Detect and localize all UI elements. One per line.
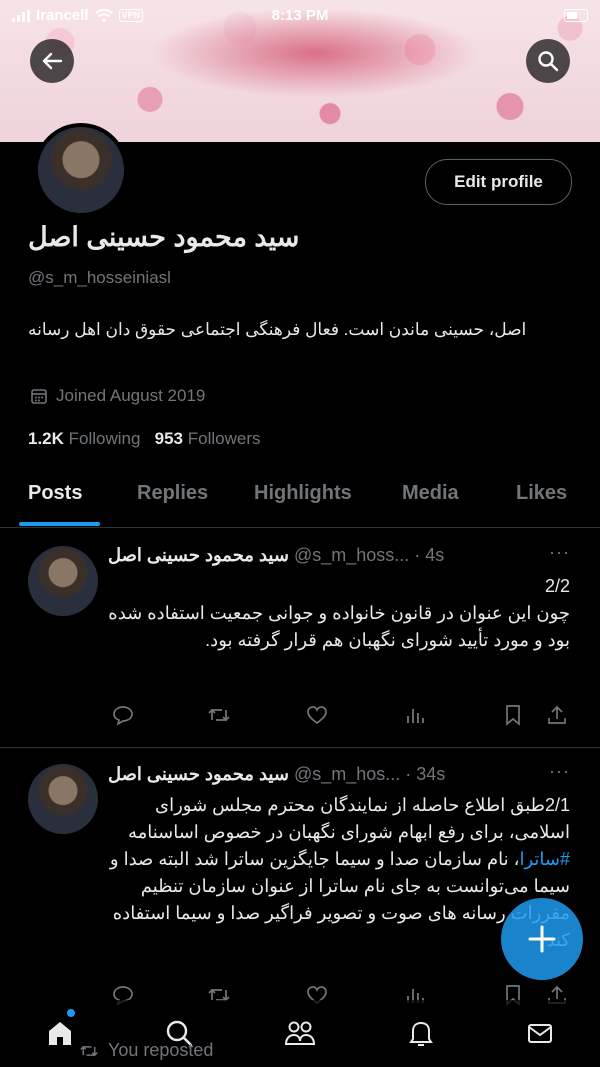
active-tab-indicator [19, 522, 100, 526]
tweet-author-handle: @s_m_hoss... [293, 545, 410, 565]
hashtag-link[interactable]: #ساترا [519, 849, 570, 869]
repost-icon [80, 1045, 98, 1056]
status-time: 8:13 PM [271, 7, 329, 24]
tweet-actions [108, 702, 570, 728]
tweet-time: · 4s [414, 545, 445, 565]
tweet-text: چون این عنوان در قانون خانواده و جوانی ج… [108, 603, 570, 650]
followers-count: 953 [154, 429, 184, 448]
battery-icon [564, 9, 588, 22]
notification-dot [67, 1009, 75, 1017]
tweet[interactable]: سید محمود حسینی اصل @s_m_hoss... · 4s ··… [0, 528, 600, 748]
tweet-avatar[interactable] [28, 546, 98, 616]
tab-posts[interactable]: Posts [28, 482, 82, 505]
tweet-header: سید محمود حسینی اصل @s_m_hos... · 34s [108, 764, 578, 785]
reply-icon [113, 706, 133, 726]
nav-notifications[interactable] [404, 1016, 438, 1050]
like-button[interactable] [304, 702, 330, 728]
search-button[interactable] [526, 39, 570, 83]
reposted-indicator: You reposted [78, 1040, 213, 1061]
nav-home[interactable] [43, 1016, 77, 1050]
views-button[interactable] [402, 702, 428, 728]
tab-likes[interactable]: Likes [516, 482, 567, 505]
following-link[interactable]: 1.2K Following [28, 429, 140, 448]
tweet-author-name: سید محمود حسینی اصل [108, 764, 289, 784]
home-icon [49, 1022, 71, 1045]
tweet-avatar[interactable] [28, 764, 98, 834]
back-arrow-icon [42, 52, 63, 70]
nav-communities[interactable] [283, 1016, 317, 1050]
tweet-thread-marker: 2/2 [544, 576, 570, 596]
repost-icon [208, 708, 230, 722]
reposted-label: You reposted [108, 1040, 214, 1060]
notifications-icon [409, 1021, 433, 1046]
bookmark-icon [506, 705, 520, 726]
share-button[interactable] [544, 702, 570, 728]
nav-messages[interactable] [523, 1016, 557, 1050]
tab-replies[interactable]: Replies [137, 482, 208, 505]
follow-counts: 1.2K Following 953 Followers [28, 429, 261, 449]
followers-link[interactable]: 953 Followers [155, 429, 261, 448]
heart-icon [307, 706, 327, 725]
tweet[interactable]: سید محمود حسینی اصل @s_m_hos... · 34s ··… [0, 747, 600, 1007]
tweet-author-name: سید محمود حسینی اصل [108, 545, 289, 565]
communities-icon [284, 1021, 316, 1045]
following-label: Following [68, 429, 141, 448]
more-options-icon[interactable]: ··· [549, 761, 570, 782]
compose-button[interactable] [501, 898, 583, 980]
repost-button[interactable] [206, 702, 232, 728]
tweet-text: 2/1طبق اطلاع حاصله از نمایندگان محترم مج… [108, 792, 570, 954]
edit-profile-button[interactable]: Edit profile [425, 159, 572, 205]
tab-highlights[interactable]: Highlights [254, 482, 352, 505]
profile-avatar[interactable] [34, 123, 128, 217]
tweet-author-handle: @s_m_hos... [293, 764, 401, 784]
plus-icon [528, 925, 556, 953]
joined-label: Joined August 2019 [56, 386, 206, 405]
reply-button[interactable] [110, 702, 136, 728]
calendar-icon [31, 389, 47, 404]
share-icon [548, 705, 566, 724]
joined-date: Joined August 2019 [30, 386, 205, 406]
more-options-icon[interactable]: ··· [549, 542, 570, 563]
profile-tabs: Posts Replies Highlights Media Likes [0, 474, 600, 528]
messages-icon [528, 1024, 552, 1043]
profile-name: سید محمود حسینی اصل [28, 222, 300, 252]
tweet-header: سید محمود حسینی اصل @s_m_hoss... · 4s [108, 545, 578, 566]
tweet-text-part: 2/1طبق اطلاع حاصله از نمایندگان محترم مج… [127, 795, 570, 842]
profile-handle: @s_m_hosseiniasl [28, 268, 171, 287]
following-count: 1.2K [28, 429, 64, 448]
tab-media[interactable]: Media [402, 482, 459, 505]
followers-label: Followers [187, 429, 261, 448]
profile-bio: اصل، حسینی ماندن است. فعال فرهنگی اجتماع… [28, 320, 527, 339]
views-icon [407, 709, 424, 723]
back-button[interactable] [30, 39, 74, 83]
status-bar: Irancell VPN 8:13 PM [0, 0, 600, 34]
search-icon [538, 51, 559, 72]
bookmark-button[interactable] [500, 702, 526, 728]
tweet-time: · 34s [405, 764, 446, 784]
